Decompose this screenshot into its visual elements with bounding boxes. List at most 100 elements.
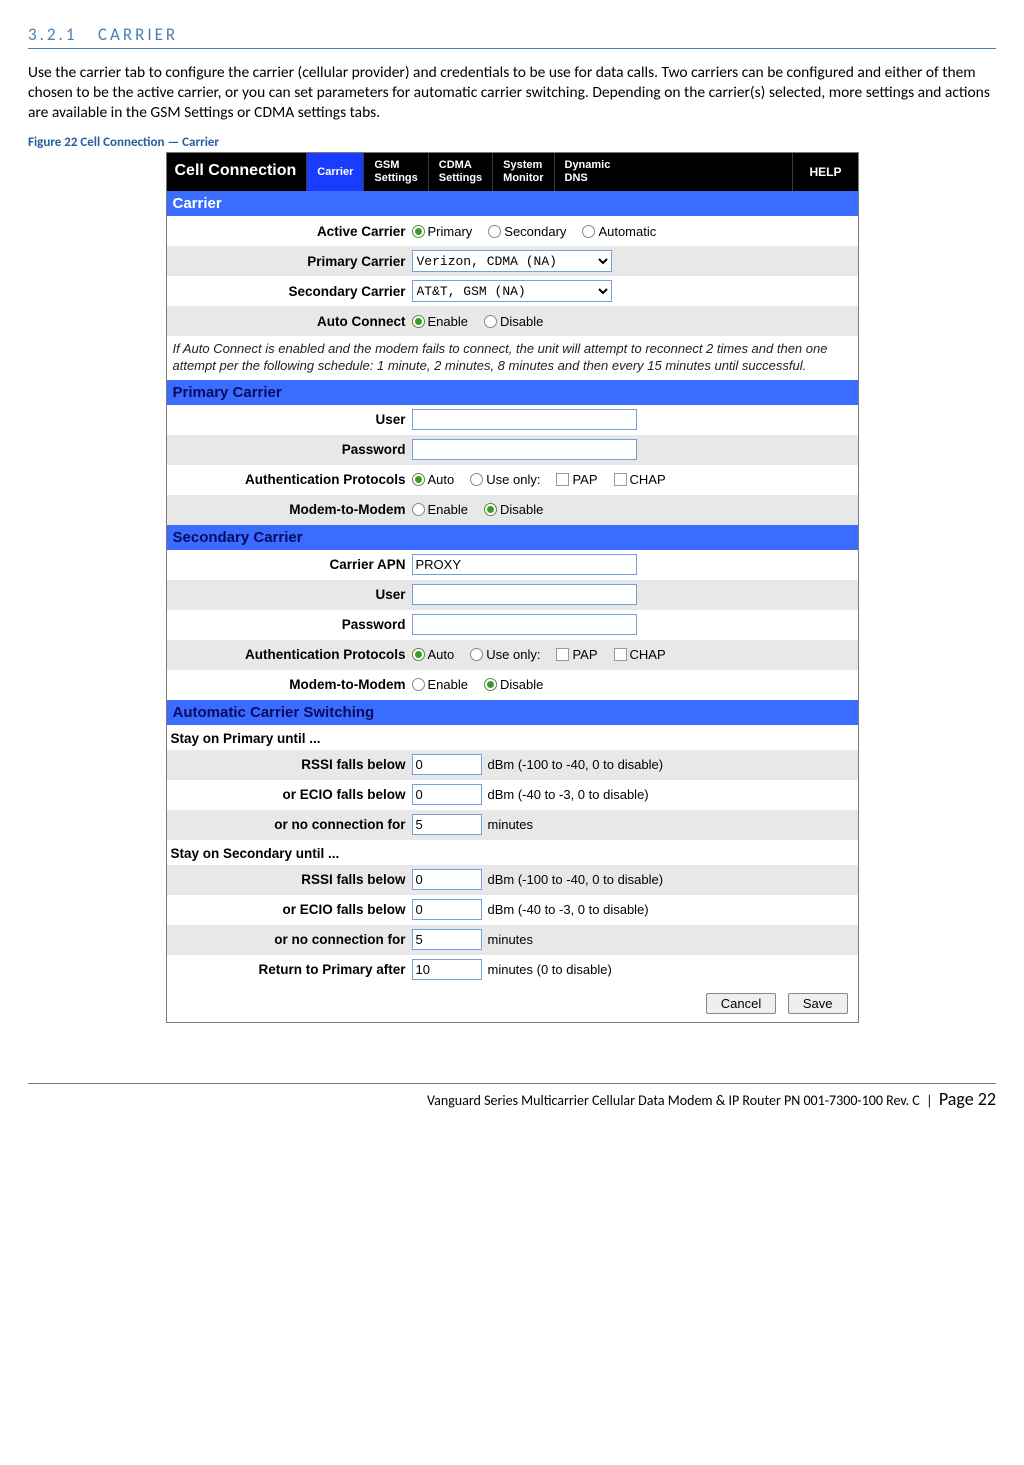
row-secondary-user: User (167, 580, 858, 610)
radio-dot-icon (412, 225, 425, 238)
hint-minutes-disable: minutes (0 to disable) (488, 962, 612, 977)
row-primary-user: User (167, 405, 858, 435)
tab-dynamic-dns[interactable]: Dynamic DNS (554, 153, 621, 191)
row-auto-connect: Auto Connect Enable Disable (167, 306, 858, 336)
radio-dot-icon (484, 678, 497, 691)
section-heading: 3.2.1 CARRIER (28, 24, 996, 49)
label-no-conn: or no connection for (167, 817, 412, 832)
section-primary-header: Primary Carrier (167, 380, 858, 405)
label-rssi-below: RSSI falls below (167, 872, 412, 887)
section-autoswitch-header: Automatic Carrier Switching (167, 700, 858, 725)
checkbox-icon (614, 473, 627, 486)
input-s-rssi[interactable] (412, 869, 482, 890)
checkbox-secondary-pap[interactable]: PAP (556, 647, 597, 662)
hint-ecio: dBm (-40 to -3, 0 to disable) (488, 902, 649, 917)
checkbox-primary-chap[interactable]: CHAP (614, 472, 666, 487)
row-active-carrier: Active Carrier Primary Secondary Automat… (167, 216, 858, 246)
hint-minutes: minutes (488, 932, 534, 947)
radio-secondary-auth-useonly[interactable]: Use only: (470, 647, 540, 662)
hint-minutes: minutes (488, 817, 534, 832)
radio-secondary-m2m-disable[interactable]: Disable (484, 677, 543, 692)
row-p-ecio: or ECIO falls below dBm (-40 to -3, 0 to… (167, 780, 858, 810)
input-return-after[interactable] (412, 959, 482, 980)
row-secondary-carrier: Secondary Carrier AT&T, GSM (NA) (167, 276, 858, 306)
tab-gsm-settings[interactable]: GSM Settings (363, 153, 427, 191)
label-password: Password (167, 617, 412, 632)
auto-connect-note: If Auto Connect is enabled and the modem… (167, 336, 858, 380)
section-title: CARRIER (98, 24, 178, 45)
checkbox-icon (614, 648, 627, 661)
label-modem-to-modem: Modem-to-Modem (167, 502, 412, 517)
input-primary-user[interactable] (412, 409, 637, 430)
label-modem-to-modem: Modem-to-Modem (167, 677, 412, 692)
radio-dot-icon (470, 648, 483, 661)
radio-active-primary[interactable]: Primary (412, 224, 473, 239)
input-secondary-password[interactable] (412, 614, 637, 635)
tab-cdma-settings[interactable]: CDMA Settings (428, 153, 492, 191)
checkbox-primary-pap[interactable]: PAP (556, 472, 597, 487)
panel-title: Cell Connection (167, 153, 307, 191)
input-secondary-user[interactable] (412, 584, 637, 605)
row-secondary-m2m: Modem-to-Modem Enable Disable (167, 670, 858, 700)
label-auth-protocols: Authentication Protocols (167, 472, 412, 487)
input-s-ecio[interactable] (412, 899, 482, 920)
tab-carrier[interactable]: Carrier (306, 153, 363, 191)
input-primary-password[interactable] (412, 439, 637, 460)
section-secondary-header: Secondary Carrier (167, 525, 858, 550)
input-carrier-apn[interactable] (412, 554, 637, 575)
radio-dot-icon (484, 503, 497, 516)
radio-autoconnect-enable[interactable]: Enable (412, 314, 468, 329)
radio-primary-m2m-enable[interactable]: Enable (412, 502, 468, 517)
hint-rssi: dBm (-100 to -40, 0 to disable) (488, 757, 664, 772)
row-primary-carrier: Primary Carrier Verizon, CDMA (NA) (167, 246, 858, 276)
label-user: User (167, 412, 412, 427)
radio-dot-icon (412, 678, 425, 691)
radio-primary-m2m-disable[interactable]: Disable (484, 502, 543, 517)
input-s-noconn[interactable] (412, 929, 482, 950)
label-password: Password (167, 442, 412, 457)
tab-bar: Cell Connection Carrier GSM Settings CDM… (167, 153, 858, 191)
label-auth-protocols: Authentication Protocols (167, 647, 412, 662)
label-active-carrier: Active Carrier (167, 224, 412, 239)
hint-rssi: dBm (-100 to -40, 0 to disable) (488, 872, 664, 887)
radio-primary-auth-auto[interactable]: Auto (412, 472, 455, 487)
figure-caption: Figure 22 Cell Connection — Carrier (28, 135, 996, 150)
page-footer: Vanguard Series Multicarrier Cellular Da… (28, 1083, 996, 1110)
checkbox-secondary-chap[interactable]: CHAP (614, 647, 666, 662)
label-ecio-below: or ECIO falls below (167, 902, 412, 917)
row-p-rssi: RSSI falls below dBm (-100 to -40, 0 to … (167, 750, 858, 780)
label-no-conn: or no connection for (167, 932, 412, 947)
cancel-button[interactable]: Cancel (706, 993, 776, 1014)
input-p-noconn[interactable] (412, 814, 482, 835)
save-button[interactable]: Save (788, 993, 848, 1014)
row-secondary-password: Password (167, 610, 858, 640)
checkbox-icon (556, 473, 569, 486)
row-return-primary: Return to Primary after minutes (0 to di… (167, 955, 858, 985)
radio-dot-icon (582, 225, 595, 238)
checkbox-icon (556, 648, 569, 661)
tab-system-monitor[interactable]: System Monitor (492, 153, 553, 191)
radio-dot-icon (412, 503, 425, 516)
radio-active-secondary[interactable]: Secondary (488, 224, 566, 239)
radio-secondary-auth-auto[interactable]: Auto (412, 647, 455, 662)
input-p-rssi[interactable] (412, 754, 482, 775)
label-user: User (167, 587, 412, 602)
tab-help[interactable]: HELP (792, 153, 857, 191)
radio-active-automatic[interactable]: Automatic (582, 224, 656, 239)
row-p-noconn: or no connection for minutes (167, 810, 858, 840)
label-ecio-below: or ECIO falls below (167, 787, 412, 802)
radio-primary-auth-useonly[interactable]: Use only: (470, 472, 540, 487)
radio-secondary-m2m-enable[interactable]: Enable (412, 677, 468, 692)
select-primary-carrier[interactable]: Verizon, CDMA (NA) (412, 250, 612, 272)
input-p-ecio[interactable] (412, 784, 482, 805)
select-secondary-carrier[interactable]: AT&T, GSM (NA) (412, 280, 612, 302)
row-s-noconn: or no connection for minutes (167, 925, 858, 955)
radio-autoconnect-disable[interactable]: Disable (484, 314, 543, 329)
cell-connection-panel: Cell Connection Carrier GSM Settings CDM… (166, 152, 859, 1023)
intro-paragraph: Use the carrier tab to configure the car… (28, 63, 996, 123)
row-primary-password: Password (167, 435, 858, 465)
row-s-ecio: or ECIO falls below dBm (-40 to -3, 0 to… (167, 895, 858, 925)
subhead-stay-secondary: Stay on Secondary until ... (167, 840, 858, 865)
section-carrier-header: Carrier (167, 191, 858, 216)
radio-dot-icon (488, 225, 501, 238)
